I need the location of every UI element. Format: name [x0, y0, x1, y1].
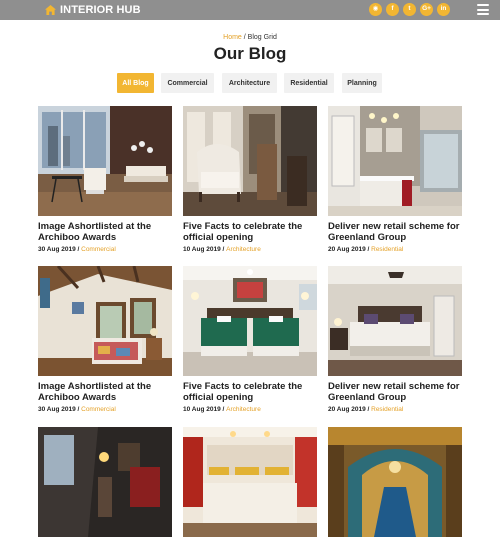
home-icon	[45, 5, 56, 15]
post-category[interactable]: Residential	[371, 406, 403, 413]
post-image-armchair-room[interactable]	[183, 106, 317, 216]
post-date: 20 Aug 2019	[328, 246, 366, 253]
blog-card[interactable]: Deliver new retail scheme for Greenland …	[328, 106, 462, 253]
breadcrumb: Home / Blog Grid	[0, 34, 500, 41]
rss-icon[interactable]: ◉	[369, 3, 382, 16]
page-title: Our Blog	[213, 44, 287, 63]
filter-architecture[interactable]: Architecture	[222, 73, 277, 93]
post-image-dark-room[interactable]	[38, 427, 172, 537]
post-date: 20 Aug 2019	[328, 406, 366, 413]
post-title[interactable]: Deliver new retail scheme for Greenland …	[328, 381, 462, 403]
twitter-icon[interactable]: t	[403, 3, 416, 16]
post-meta: 20 Aug 2019 / Residential	[328, 246, 404, 253]
filter-planning[interactable]: Planning	[342, 73, 382, 93]
category-filters: All Blog Commercial Architecture Residen…	[0, 73, 500, 93]
post-date: 10 Aug 2019	[183, 246, 221, 253]
breadcrumb-home-link[interactable]: Home	[223, 34, 242, 41]
filter-residential[interactable]: Residential	[284, 73, 334, 93]
google-plus-icon[interactable]: G+	[420, 3, 433, 16]
post-date: 30 Aug 2019	[38, 246, 76, 253]
post-category[interactable]: Residential	[371, 246, 403, 253]
post-category[interactable]: Commercial	[81, 246, 116, 253]
top-bar: INTERIOR HUB ◉ f t G+ in	[0, 0, 500, 20]
post-meta: 20 Aug 2019 / Residential	[328, 406, 404, 413]
facebook-icon[interactable]: f	[386, 3, 399, 16]
post-image-attic-bedroom[interactable]	[38, 266, 172, 376]
brand-logo[interactable]: INTERIOR HUB	[45, 3, 141, 17]
filter-commercial[interactable]: Commercial	[161, 73, 214, 93]
post-title[interactable]: Deliver new retail scheme for Greenland …	[328, 221, 462, 243]
post-image-twin-bedroom[interactable]	[183, 266, 317, 376]
post-category[interactable]: Architecture	[226, 406, 261, 413]
post-category[interactable]: Commercial	[81, 406, 116, 413]
blog-card[interactable]: Five Facts to celebrate the official ope…	[183, 266, 317, 413]
blog-card[interactable]: Image Ashortlisted at the Archiboo Award…	[38, 266, 172, 413]
post-meta: 10 Aug 2019 / Architecture	[183, 406, 261, 413]
post-title[interactable]: Five Facts to celebrate the official ope…	[183, 221, 317, 243]
post-title[interactable]: Five Facts to celebrate the official ope…	[183, 381, 317, 403]
post-title[interactable]: Image Ashortlisted at the Archiboo Award…	[38, 381, 172, 403]
post-date: 30 Aug 2019	[38, 406, 76, 413]
menu-icon[interactable]	[477, 4, 489, 15]
post-image-modern-living-room[interactable]	[38, 106, 172, 216]
blog-card[interactable]: Deliver new retail scheme for Greenland …	[328, 266, 462, 413]
social-links: ◉ f t G+ in	[369, 3, 450, 16]
post-meta: 30 Aug 2019 / Commercial	[38, 406, 116, 413]
post-image-cafe-interior[interactable]	[183, 427, 317, 537]
post-image-bathroom[interactable]	[328, 106, 462, 216]
brand-name: INTERIOR HUB	[60, 4, 141, 16]
post-category[interactable]: Architecture	[226, 246, 261, 253]
blog-card[interactable]: Image Ashortlisted at the Archiboo Award…	[38, 106, 172, 253]
blog-card[interactable]	[38, 427, 172, 542]
post-meta: 10 Aug 2019 / Architecture	[183, 246, 261, 253]
post-title[interactable]: Image Ashortlisted at the Archiboo Award…	[38, 221, 172, 243]
blog-card[interactable]: Five Facts to celebrate the official ope…	[183, 106, 317, 253]
breadcrumb-current: Blog Grid	[247, 34, 277, 41]
filter-all-blog[interactable]: All Blog	[117, 73, 154, 93]
post-date: 10 Aug 2019	[183, 406, 221, 413]
post-image-master-bedroom[interactable]	[328, 266, 462, 376]
blog-card[interactable]	[328, 427, 462, 542]
post-meta: 30 Aug 2019 / Commercial	[38, 246, 116, 253]
blog-card[interactable]	[183, 427, 317, 542]
post-image-grand-staircase[interactable]	[328, 427, 462, 537]
linkedin-icon[interactable]: in	[437, 3, 450, 16]
